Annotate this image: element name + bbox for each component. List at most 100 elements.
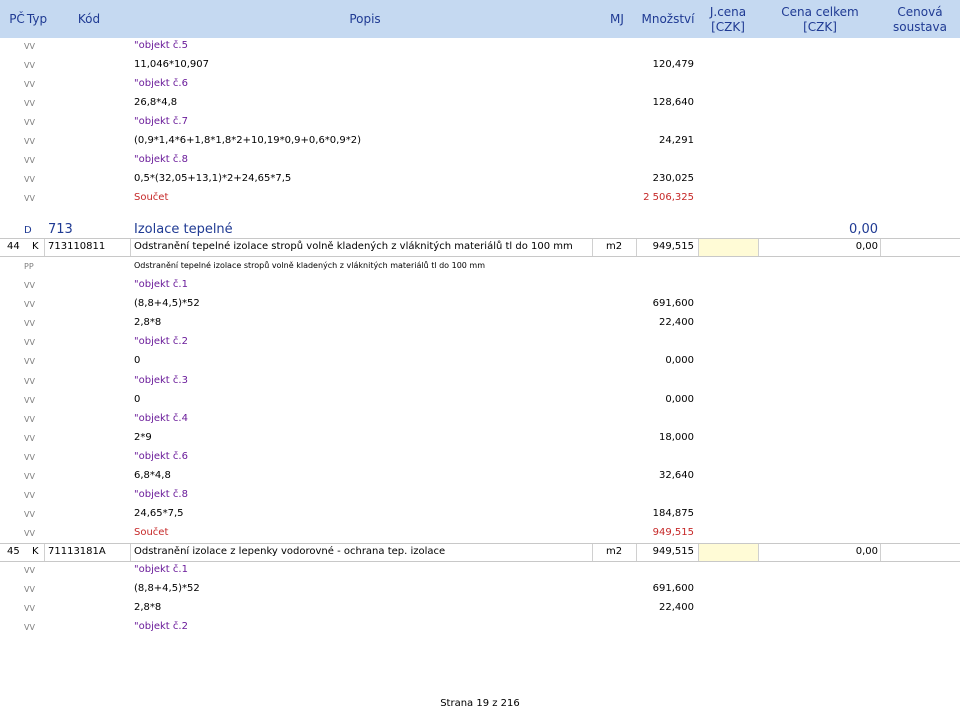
row-type: VV [24, 376, 35, 386]
measure-row: VV 0,5*(32,05+13,1)*2+24,65*7,5 230,025 [0, 171, 960, 190]
row-type: VV [24, 452, 35, 462]
quantity: 120,479 [652, 59, 694, 70]
measure-row: VV "objekt č.1 [0, 277, 960, 296]
object-label: "objekt č.6 [134, 78, 188, 89]
pp-row: PP Odstranění tepelné izolace stropů voln… [0, 258, 960, 277]
row-type: VV [24, 357, 35, 367]
formula: 2,8*8 [134, 602, 162, 613]
row-type: VV [24, 194, 35, 203]
measure-row: VV "objekt č.2 [0, 619, 960, 638]
object-label: "objekt č.8 [134, 489, 188, 501]
item-total: 0,00 [855, 241, 878, 252]
item-total: 0,00 [855, 546, 878, 557]
row-bottom-border [0, 256, 960, 257]
unit-price-cell [698, 239, 758, 256]
object-label: "objekt č.7 [134, 116, 188, 127]
row-type: VV [24, 300, 35, 310]
table-body: VV "objekt č.5 VV 11,046*10,907 120,479 VV "ob… [0, 0, 960, 707]
formula: 0 [134, 355, 141, 367]
row-type: VV [24, 623, 35, 632]
row-type: VV [24, 433, 35, 443]
formula: 24,65*7,5 [134, 508, 184, 520]
quantity: 0,000 [665, 355, 694, 367]
row-type: VV [24, 61, 35, 70]
formula: 2,8*8 [134, 317, 162, 329]
row-type: VV [24, 99, 35, 108]
measure-row: VV 2,8*8 22,400 [0, 315, 960, 334]
row-top-border [0, 238, 960, 239]
measure-row: VV (0,9*1,4*6+1,8*1,8*2+10,19*0,9+0,6*0,9… [0, 133, 960, 152]
row-top-border [0, 543, 960, 544]
column-divider [130, 544, 131, 561]
quantity: 18,000 [659, 431, 694, 443]
measure-row: VV (8,8+4,5)*52 691,600 [0, 581, 960, 600]
measure-row: VV "objekt č.8 [0, 487, 960, 506]
row-type: VV [24, 80, 35, 89]
object-label: "objekt č.8 [134, 154, 188, 165]
row-type: VV [24, 510, 35, 520]
item-type: K [32, 546, 39, 557]
object-label: "objekt č.5 [134, 40, 188, 51]
quantity: 230,025 [652, 173, 694, 184]
column-divider [880, 239, 881, 256]
item-code: 71113181A [48, 546, 106, 557]
quantity: 691,600 [652, 583, 694, 594]
measure-row: VV "objekt č.3 [0, 373, 960, 392]
division-code: 713 [48, 222, 73, 237]
quantity: 128,640 [652, 97, 694, 108]
unit-price-cell [698, 544, 758, 561]
formula: (8,8+4,5)*52 [134, 583, 200, 594]
sum-label: Součet [134, 192, 169, 203]
quantity: 24,291 [659, 135, 694, 146]
row-type: VV [24, 137, 35, 146]
object-label: "objekt č.2 [134, 336, 188, 348]
column-divider [698, 544, 699, 561]
measure-row: VV 11,046*10,907 120,479 [0, 57, 960, 76]
measure-row: VV 24,65*7,5 184,875 [0, 506, 960, 525]
measure-row: VV 2,8*8 22,400 [0, 600, 960, 619]
column-divider [758, 239, 759, 256]
quantity: 949,515 [652, 527, 694, 539]
formula: 11,046*10,907 [134, 59, 209, 70]
row-type: VV [24, 604, 35, 613]
row-type: VV [24, 281, 35, 290]
quantity: 22,400 [659, 317, 694, 329]
measure-row: VV Součet 2 506,325 [0, 190, 960, 209]
column-divider [880, 544, 881, 561]
quantity: 184,875 [652, 508, 694, 520]
row-type: VV [24, 338, 35, 348]
column-divider [592, 544, 593, 561]
row-type: VV [24, 472, 35, 481]
measure-row: VV Součet 949,515 [0, 525, 960, 544]
measure-row: VV 6,8*4,8 32,640 [0, 468, 960, 487]
object-label: "objekt č.2 [134, 621, 188, 632]
column-divider [758, 544, 759, 561]
row-type: VV [24, 156, 35, 165]
formula: 26,8*4,8 [134, 97, 178, 108]
row-type: VV [24, 491, 35, 501]
row-type: VV [24, 529, 35, 539]
item-number: 44 [7, 241, 20, 252]
column-divider [592, 239, 593, 256]
quantity: 32,640 [659, 470, 694, 481]
row-type: VV [24, 319, 35, 329]
measure-row: VV "objekt č.4 [0, 411, 960, 430]
formula: 0,5*(32,05+13,1)*2+24,65*7,5 [134, 173, 292, 184]
object-label: "objekt č.3 [134, 374, 188, 386]
object-label: "objekt č.1 [134, 279, 188, 290]
object-label: "objekt č.4 [134, 412, 188, 424]
row-type: VV [24, 175, 35, 184]
page-footer: Strana 19 z 216 [0, 698, 960, 709]
row-type: VV [24, 566, 35, 575]
item-type: K [32, 241, 39, 252]
item-number: 45 [7, 546, 20, 557]
column-divider [44, 544, 45, 561]
measure-row: VV "objekt č.1 [0, 562, 960, 581]
item-description: Odstranění tepelné izolace stropů volně … [134, 241, 573, 252]
row-type: VV [24, 42, 35, 51]
column-divider [44, 239, 45, 256]
quantity: 0,000 [665, 393, 694, 405]
object-label: "objekt č.1 [134, 564, 188, 575]
formula: 6,8*4,8 [134, 470, 171, 481]
page-number: Strana 19 z 216 [440, 698, 520, 709]
